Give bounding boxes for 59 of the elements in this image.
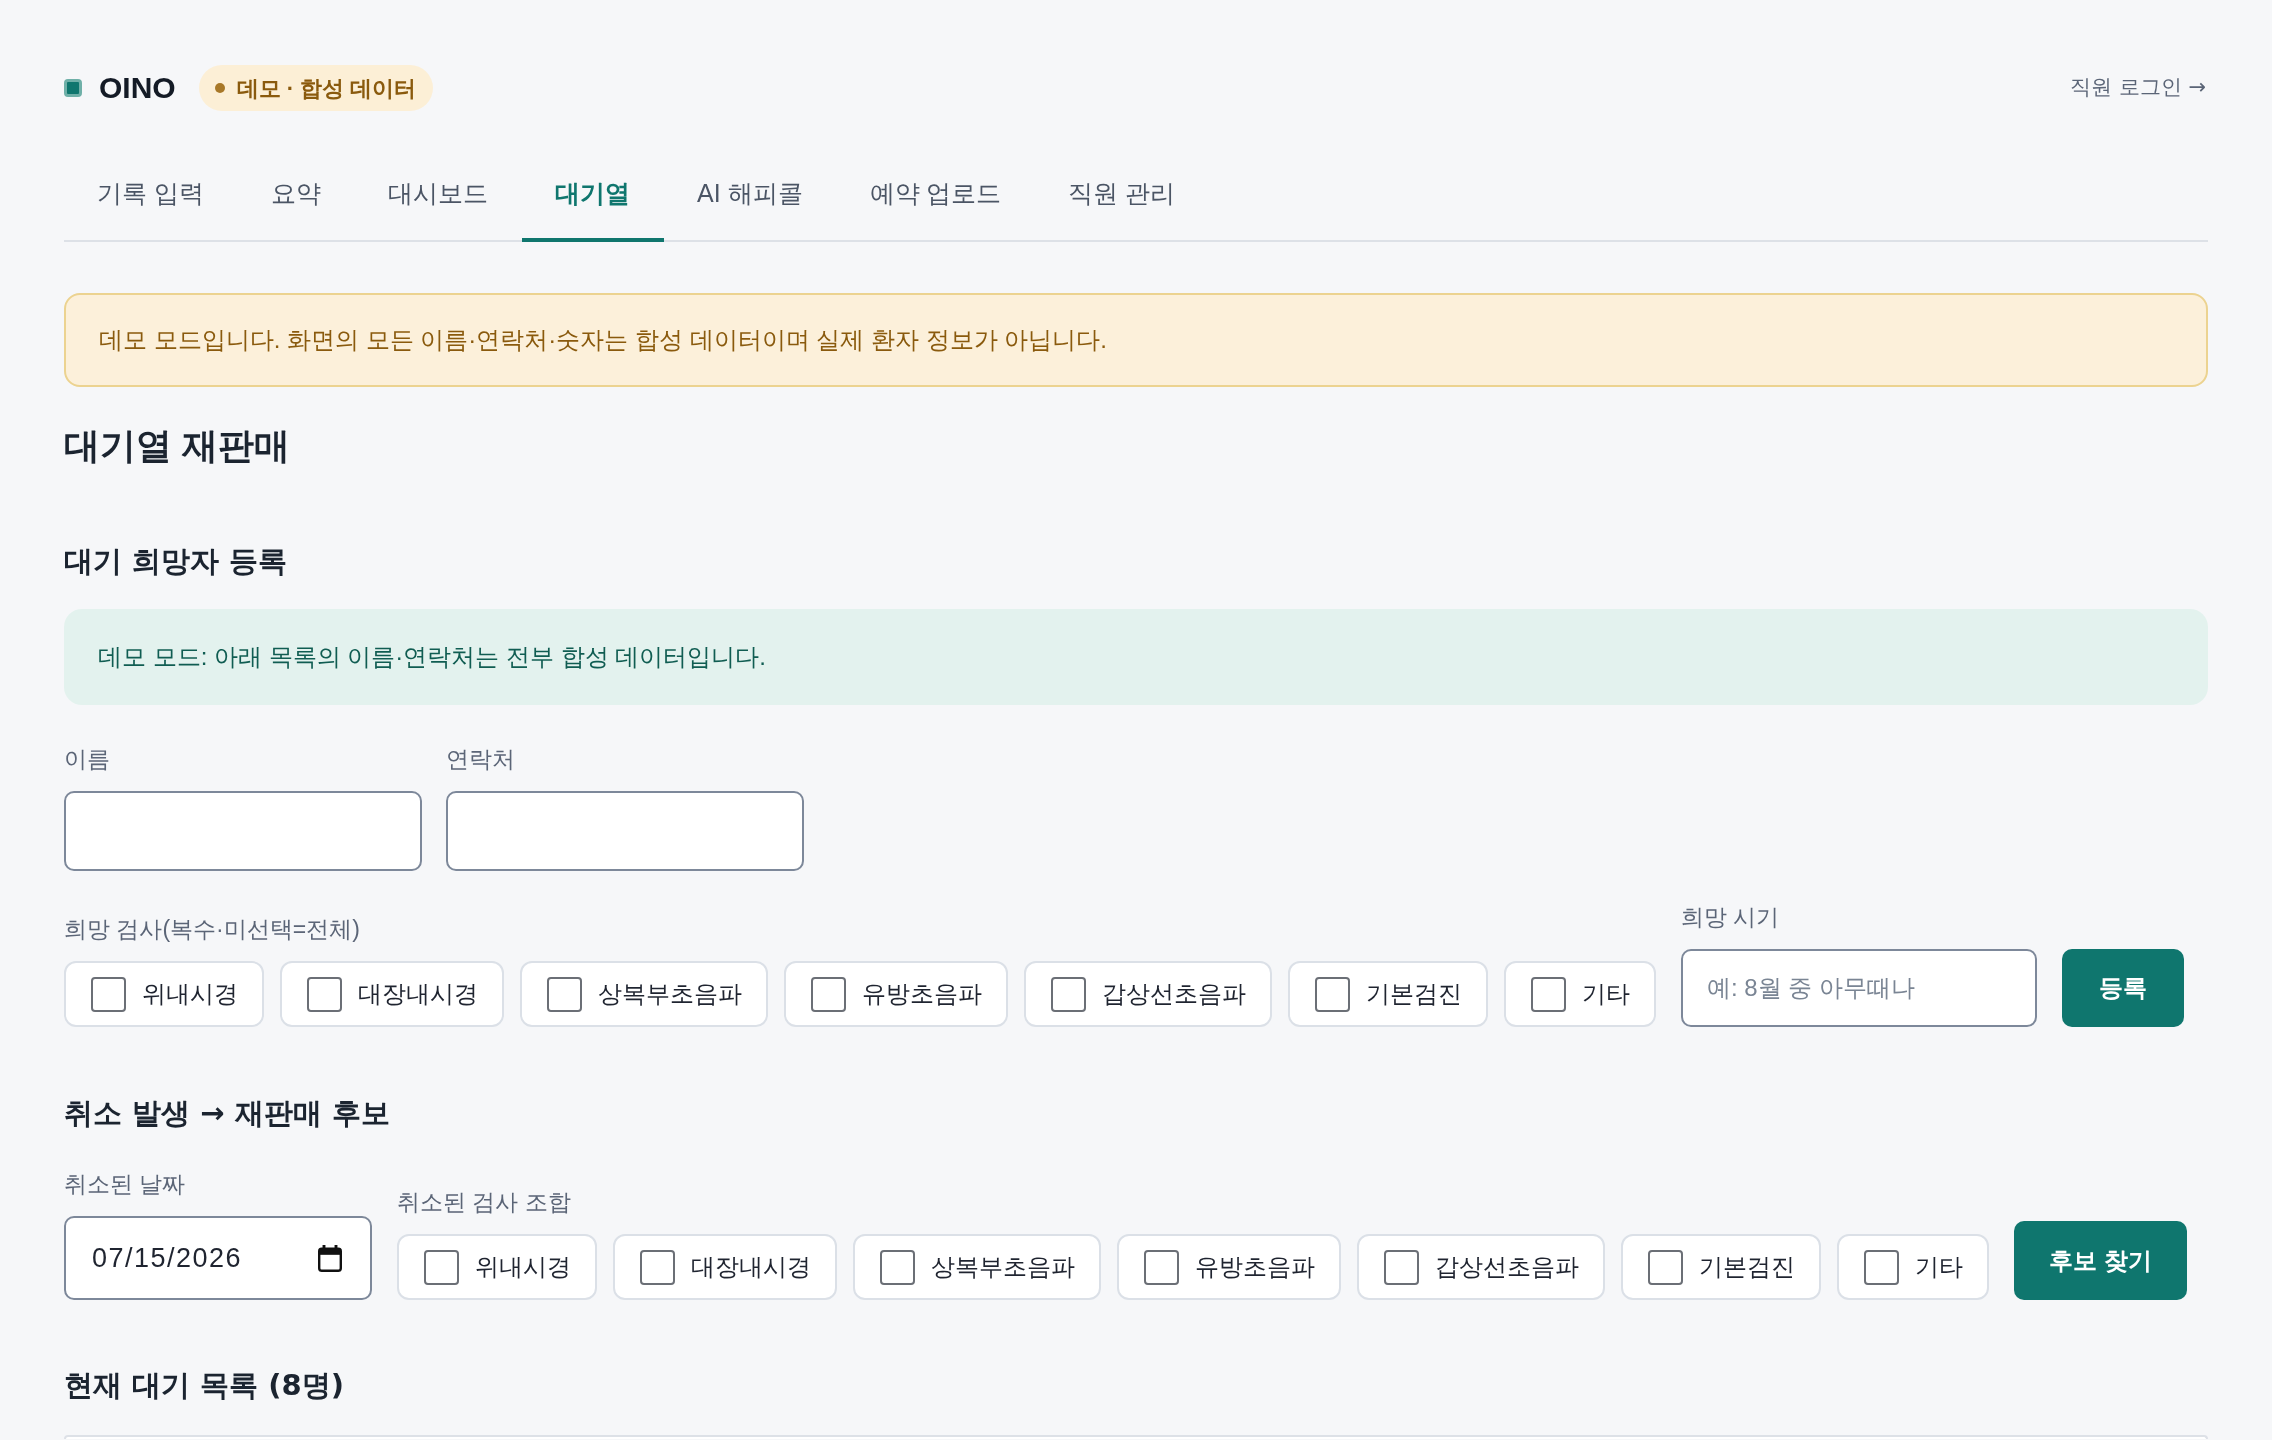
demo-label: 데모 · 합성 데이터 <box>236 74 417 103</box>
checkbox[interactable] <box>1531 976 1566 1012</box>
section-heading: 현재 대기 목록 (8명) <box>64 1367 345 1403</box>
register-button[interactable]: 등록 <box>2062 949 2184 1027</box>
checkbox[interactable] <box>1864 1249 1899 1285</box>
nav-tab[interactable]: 요약 <box>237 168 355 242</box>
input-field[interactable]: 예: 8월 중 아무때나 <box>1681 949 2037 1027</box>
exam-option[interactable]: 갑상선초음파 <box>1024 961 1272 1027</box>
exam-option[interactable]: 상복부초음파 <box>853 1234 1101 1300</box>
calendar-icon[interactable] <box>318 1244 342 1272</box>
page-title: 대기열 재판매 <box>64 424 291 468</box>
exam-option[interactable]: 상복부초음파 <box>520 961 768 1027</box>
checkbox[interactable] <box>1384 1249 1419 1285</box>
exam-option[interactable]: 대장내시경 <box>280 961 504 1027</box>
section-heading: 취소 발생 → 재판매 후보 <box>64 1095 391 1131</box>
exam-option[interactable]: 위내시경 <box>64 961 264 1027</box>
find-button[interactable]: 후보 찾기 <box>2014 1221 2187 1300</box>
nav-tab[interactable]: 대기열 <box>521 168 664 242</box>
exam-option[interactable]: 갑상선초음파 <box>1357 1234 1605 1300</box>
checkbox[interactable] <box>640 1249 675 1285</box>
field-label: 취소된 날짜 <box>64 1170 187 1199</box>
checkbox[interactable] <box>1051 976 1086 1012</box>
field-label: 희망 검사(복수·미선택=전체) <box>64 915 361 944</box>
checkbox[interactable] <box>91 976 126 1012</box>
checkbox[interactable] <box>1315 976 1350 1012</box>
exam-option[interactable]: 기본검진 <box>1288 961 1488 1027</box>
exam-option[interactable]: 유방초음파 <box>784 961 1008 1027</box>
logo-icon <box>64 79 82 97</box>
date-field[interactable]: 07/15/2026 <box>64 1216 372 1300</box>
exam-option[interactable]: 유방초음파 <box>1117 1234 1341 1300</box>
checkbox[interactable] <box>424 1249 459 1285</box>
nav-tab[interactable]: 대시보드 <box>354 168 522 242</box>
field-label: 연락처 <box>446 745 516 774</box>
nav-tab[interactable]: 예약 업로드 <box>836 168 1036 242</box>
field-label: 희망 시기 <box>1681 903 1781 932</box>
exam-option[interactable]: 기본검진 <box>1621 1234 1821 1300</box>
exam-option[interactable]: 기타 <box>1504 961 1656 1027</box>
checkbox[interactable] <box>1648 1249 1683 1285</box>
section-heading: 대기 희망자 등록 <box>64 543 289 579</box>
brand-name: OINO <box>99 73 176 103</box>
staff-login-link[interactable]: 직원 로그인 → <box>2070 72 2206 104</box>
nav-tab[interactable]: 직원 관리 <box>1035 168 1210 242</box>
dot-icon <box>214 83 225 93</box>
nav-tab[interactable]: 기록 입력 <box>64 168 238 242</box>
input-field[interactable] <box>446 791 804 871</box>
input-field[interactable] <box>64 791 422 871</box>
nav-tab[interactable]: AI 해피콜 <box>663 168 837 242</box>
exam-option[interactable]: 기타 <box>1837 1234 1989 1300</box>
exam-option[interactable]: 위내시경 <box>397 1234 597 1300</box>
info-notice: 데모 모드: 아래 목록의 이름·연락처는 전부 합성 데이터입니다. <box>64 609 2208 705</box>
checkbox[interactable] <box>880 1249 915 1285</box>
demo-notice: 데모 모드입니다. 화면의 모든 이름·연락처·숫자는 합성 데이터이며 실제 환자 정보가 아닙니다. <box>64 293 2208 387</box>
field-label: 취소된 검사 조합 <box>397 1188 572 1217</box>
checkbox[interactable] <box>1144 1249 1179 1285</box>
checkbox[interactable] <box>811 976 846 1012</box>
checkbox[interactable] <box>307 976 342 1012</box>
field-label: 이름 <box>64 745 111 774</box>
exam-option[interactable]: 대장내시경 <box>613 1234 837 1300</box>
checkbox[interactable] <box>547 976 582 1012</box>
